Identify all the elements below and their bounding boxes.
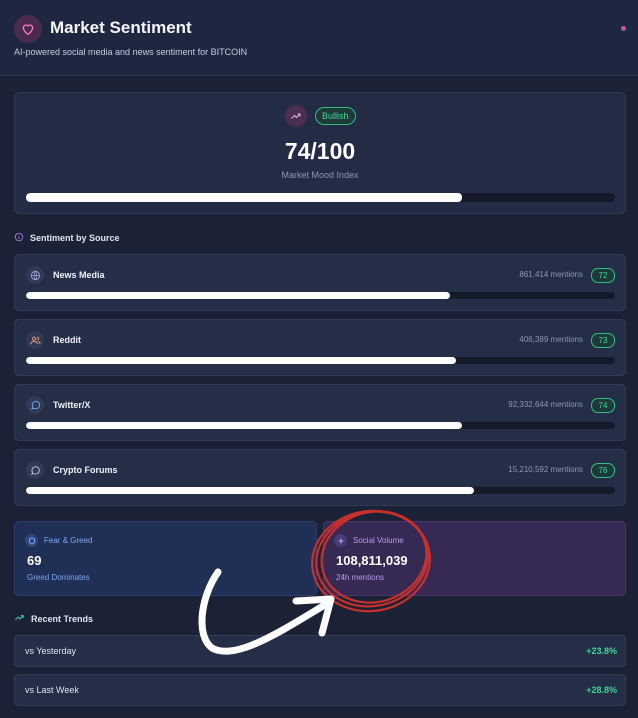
source-name: Crypto Forums — [53, 465, 118, 475]
trend-value: +28.8% — [586, 685, 617, 695]
shield-icon — [25, 534, 38, 547]
page-subtitle: AI-powered social media and news sentime… — [14, 47, 248, 57]
source-mentions: 406,389 mentions — [519, 335, 583, 344]
source-card-news-media[interactable]: News Media 861,414 mentions 72 — [14, 254, 626, 311]
trends-section-header: Recent Trends — [14, 612, 93, 625]
source-progress-fill — [26, 487, 474, 494]
globe-icon — [26, 266, 44, 284]
source-name: Reddit — [53, 335, 81, 345]
fear-greed-subtitle: Greed Dominates — [27, 573, 90, 582]
social-volume-header: Social Volume — [334, 534, 404, 547]
trend-value: +23.8% — [586, 646, 617, 656]
mood-progress-track — [26, 193, 615, 202]
fear-greed-card[interactable]: Fear & Greed 69 Greed Dominates — [14, 521, 317, 596]
source-progress-fill — [26, 292, 451, 299]
users-icon — [26, 331, 44, 349]
source-card-crypto-forums[interactable]: Crypto Forums 15,210,592 mentions 76 — [14, 449, 626, 506]
source-score-badge: 72 — [591, 268, 615, 283]
source-progress-track — [26, 357, 615, 364]
source-score-badge: 76 — [591, 463, 615, 478]
source-name: News Media — [53, 270, 105, 280]
source-name: Twitter/X — [53, 400, 91, 410]
source-progress-fill — [26, 357, 456, 364]
page-title: Market Sentiment — [50, 18, 192, 37]
source-progress-track — [26, 487, 615, 494]
trend-label: vs Yesterday — [25, 646, 77, 656]
mood-progress-fill — [26, 193, 462, 202]
social-volume-subtitle: 24h mentions — [336, 573, 385, 582]
fear-greed-title: Fear & Greed — [44, 536, 93, 545]
source-mentions: 92,332,644 mentions — [508, 400, 583, 409]
sparkle-icon — [334, 534, 347, 547]
source-score-badge: 73 — [591, 333, 615, 348]
fear-greed-value: 69 — [27, 553, 42, 568]
trend-row-yesterday: vs Yesterday +23.8% — [14, 635, 626, 667]
trends-section-title: Recent Trends — [31, 613, 94, 624]
trending-up-icon — [14, 612, 25, 625]
sources-section-title: Sentiment by Source — [30, 233, 120, 243]
source-mentions: 15,210,592 mentions — [508, 465, 583, 474]
bullish-badge: Bullish — [315, 107, 356, 125]
trending-up-icon — [285, 105, 307, 127]
source-score-badge: 74 — [591, 398, 615, 413]
trend-label: vs Last Week — [25, 685, 79, 695]
source-mentions: 861,414 mentions — [519, 270, 583, 279]
info-icon — [14, 232, 24, 244]
social-volume-title: Social Volume — [353, 536, 404, 545]
fear-greed-header: Fear & Greed — [25, 534, 92, 547]
heart-icon — [14, 15, 42, 43]
trend-row-last-week: vs Last Week +28.8% — [14, 674, 626, 706]
source-card-twitter[interactable]: Twitter/X 92,332,644 mentions 74 — [14, 384, 626, 441]
market-mood-card: Bullish 74/100 Market Mood Index — [14, 92, 626, 214]
mood-score: 74/100 — [284, 138, 356, 164]
mood-label: Market Mood Index — [281, 170, 359, 180]
source-progress-fill — [26, 422, 462, 429]
sources-section-header: Sentiment by Source — [14, 232, 120, 244]
message-circle-icon — [26, 461, 44, 479]
social-volume-value: 108,811,039 — [336, 553, 408, 568]
source-progress-track — [26, 292, 615, 299]
source-card-reddit[interactable]: Reddit 406,389 mentions 73 — [14, 319, 626, 376]
chat-bubble-icon — [26, 396, 44, 414]
header: Market Sentiment AI-powered social media… — [0, 0, 638, 76]
source-progress-track — [26, 422, 615, 429]
menu-dot-icon[interactable] — [621, 26, 626, 31]
social-volume-card[interactable]: Social Volume 108,811,039 24h mentions — [323, 521, 626, 596]
